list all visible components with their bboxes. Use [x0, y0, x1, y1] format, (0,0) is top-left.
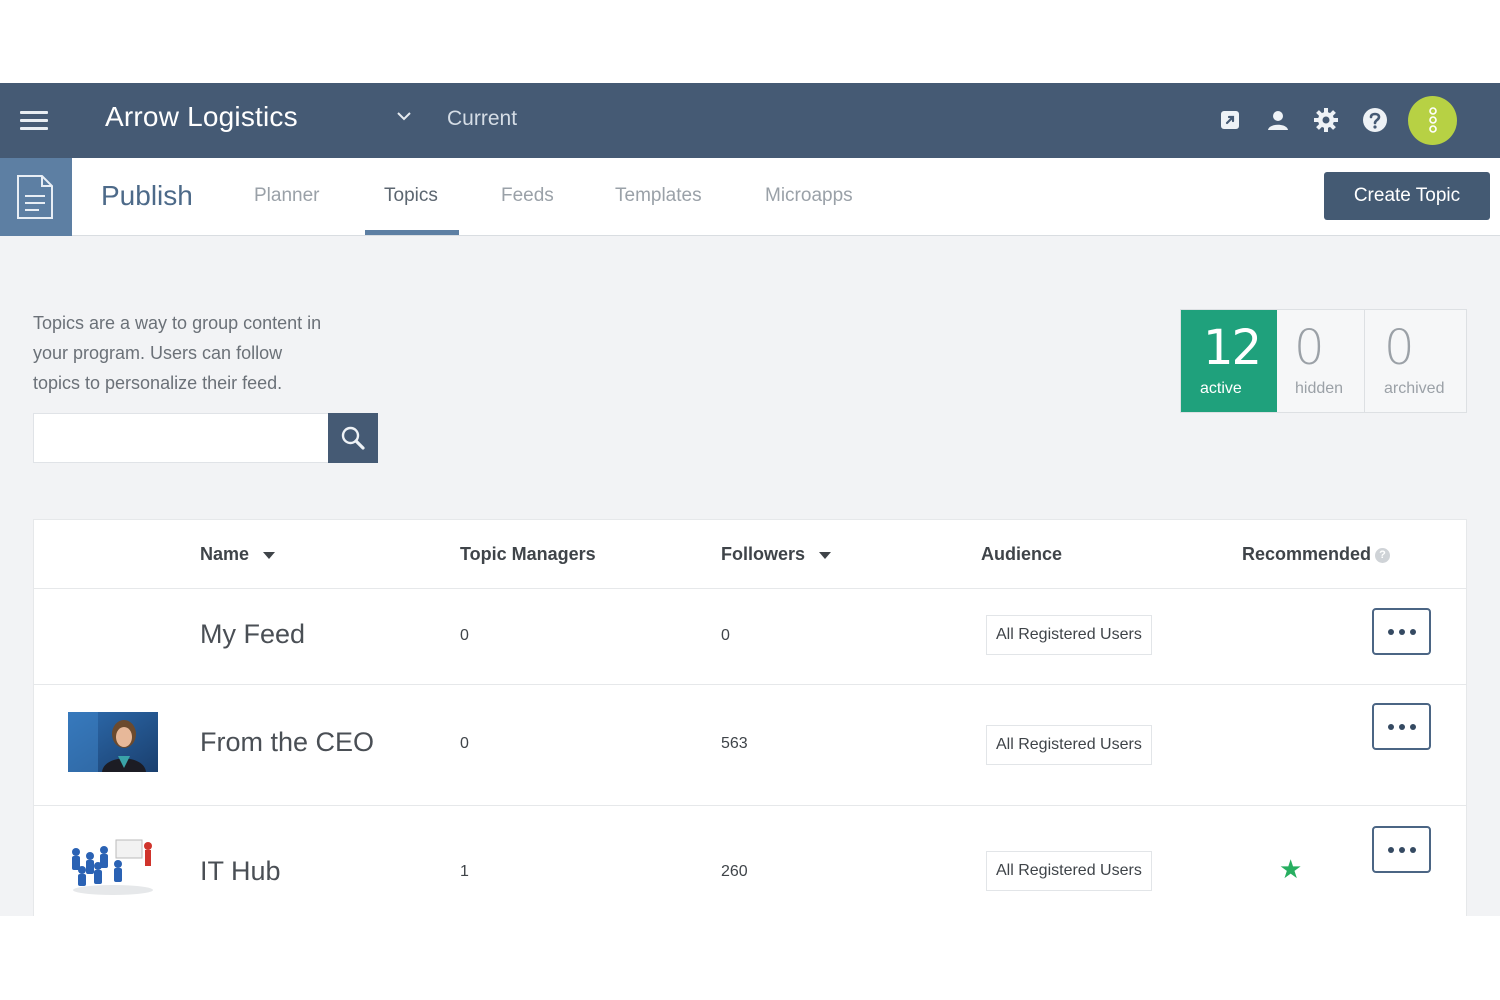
search-button[interactable]: [328, 413, 378, 463]
row-actions-button[interactable]: [1372, 826, 1431, 873]
topic-managers-count: 0: [460, 735, 469, 752]
sort-name-icon[interactable]: [263, 551, 276, 559]
column-recommended: Recommended?: [1242, 544, 1391, 565]
menu-icon[interactable]: [20, 111, 48, 131]
row-actions-button[interactable]: [1372, 703, 1431, 750]
table-row[interactable]: From the CEO 0 563 All Registered Users: [34, 685, 1466, 806]
document-icon: [17, 175, 53, 219]
row-actions-button[interactable]: [1372, 608, 1431, 655]
topic-managers-count: 0: [460, 627, 469, 644]
column-recommended-label: Recommended: [1242, 544, 1372, 564]
column-name-label: Name: [200, 544, 250, 564]
org-name: Arrow Logistics: [105, 101, 298, 132]
external-link-icon[interactable]: [1217, 107, 1243, 133]
topic-status-counts: 12 active 0 hidden 0 archived: [1180, 309, 1467, 413]
stat-hidden-label: hidden: [1295, 380, 1344, 397]
topic-thumbnail: [68, 836, 158, 896]
tab-microapps[interactable]: Microapps: [765, 185, 853, 207]
stat-hidden-count: 0: [1294, 320, 1325, 376]
tab-templates[interactable]: Templates: [615, 185, 702, 207]
main-content: Topics are a way to group content in you…: [0, 236, 1500, 916]
topic-managers-count: 1: [460, 863, 469, 880]
audience-chip[interactable]: All Registered Users: [986, 851, 1152, 891]
top-header: Arrow Logistics Current: [0, 83, 1500, 158]
section-title: Publish: [101, 180, 193, 211]
tab-feeds[interactable]: Feeds: [501, 185, 554, 207]
stat-archived-label: archived: [1384, 380, 1445, 397]
search-input[interactable]: [33, 413, 329, 463]
help-icon[interactable]: [1362, 107, 1388, 133]
column-followers[interactable]: Followers: [721, 544, 832, 565]
audience-chip[interactable]: All Registered Users: [986, 615, 1152, 655]
chevron-down-icon[interactable]: [395, 107, 413, 125]
column-followers-label: Followers: [721, 544, 806, 564]
help-icon[interactable]: ?: [1375, 547, 1391, 563]
table-row[interactable]: IT Hub 1 260 All Registered Users ★: [34, 806, 1466, 916]
stat-active[interactable]: 12 active: [1181, 310, 1277, 412]
stat-archived[interactable]: 0 archived: [1365, 310, 1466, 412]
followers-count: 260: [721, 863, 748, 880]
create-topic-button[interactable]: Create Topic: [1324, 172, 1490, 220]
sort-followers-icon[interactable]: [819, 551, 832, 559]
recommended-star-icon[interactable]: ★: [1279, 854, 1302, 885]
user-avatar[interactable]: [1408, 96, 1457, 145]
user-icon[interactable]: [1265, 107, 1291, 133]
column-audience: Audience: [981, 544, 1063, 564]
sub-navigation: Publish Planner Topics Feeds Templates M…: [0, 158, 1500, 236]
column-topic-managers: Topic Managers: [460, 544, 596, 564]
tab-planner[interactable]: Planner: [254, 185, 320, 207]
active-tab-indicator: [365, 230, 459, 235]
audience-chip[interactable]: All Registered Users: [986, 725, 1152, 765]
topic-name[interactable]: IT Hub: [200, 856, 281, 887]
gear-icon[interactable]: [1313, 107, 1339, 133]
followers-count: 0: [721, 627, 730, 644]
search-icon: [341, 426, 365, 450]
column-name[interactable]: Name: [200, 544, 276, 565]
intro-text: Topics are a way to group content in you…: [33, 313, 322, 393]
publish-section-tile[interactable]: [0, 158, 72, 236]
more-vertical-icon: [1429, 107, 1437, 133]
stat-archived-count: 0: [1384, 320, 1415, 376]
followers-count: 563: [721, 735, 748, 752]
topic-thumbnail: [68, 712, 158, 772]
topic-name[interactable]: My Feed: [200, 619, 305, 650]
current-label[interactable]: Current: [447, 107, 517, 131]
topics-table: Name Topic Managers Followers Audience R…: [33, 519, 1467, 916]
tab-topics[interactable]: Topics: [384, 185, 438, 207]
table-header: Name Topic Managers Followers Audience R…: [34, 520, 1466, 589]
table-row[interactable]: My Feed 0 0 All Registered Users: [34, 589, 1466, 685]
topic-name[interactable]: From the CEO: [200, 727, 374, 758]
stat-active-count: 12: [1203, 320, 1262, 376]
stat-hidden[interactable]: 0 hidden: [1277, 310, 1365, 412]
stat-active-label: active: [1200, 380, 1242, 397]
